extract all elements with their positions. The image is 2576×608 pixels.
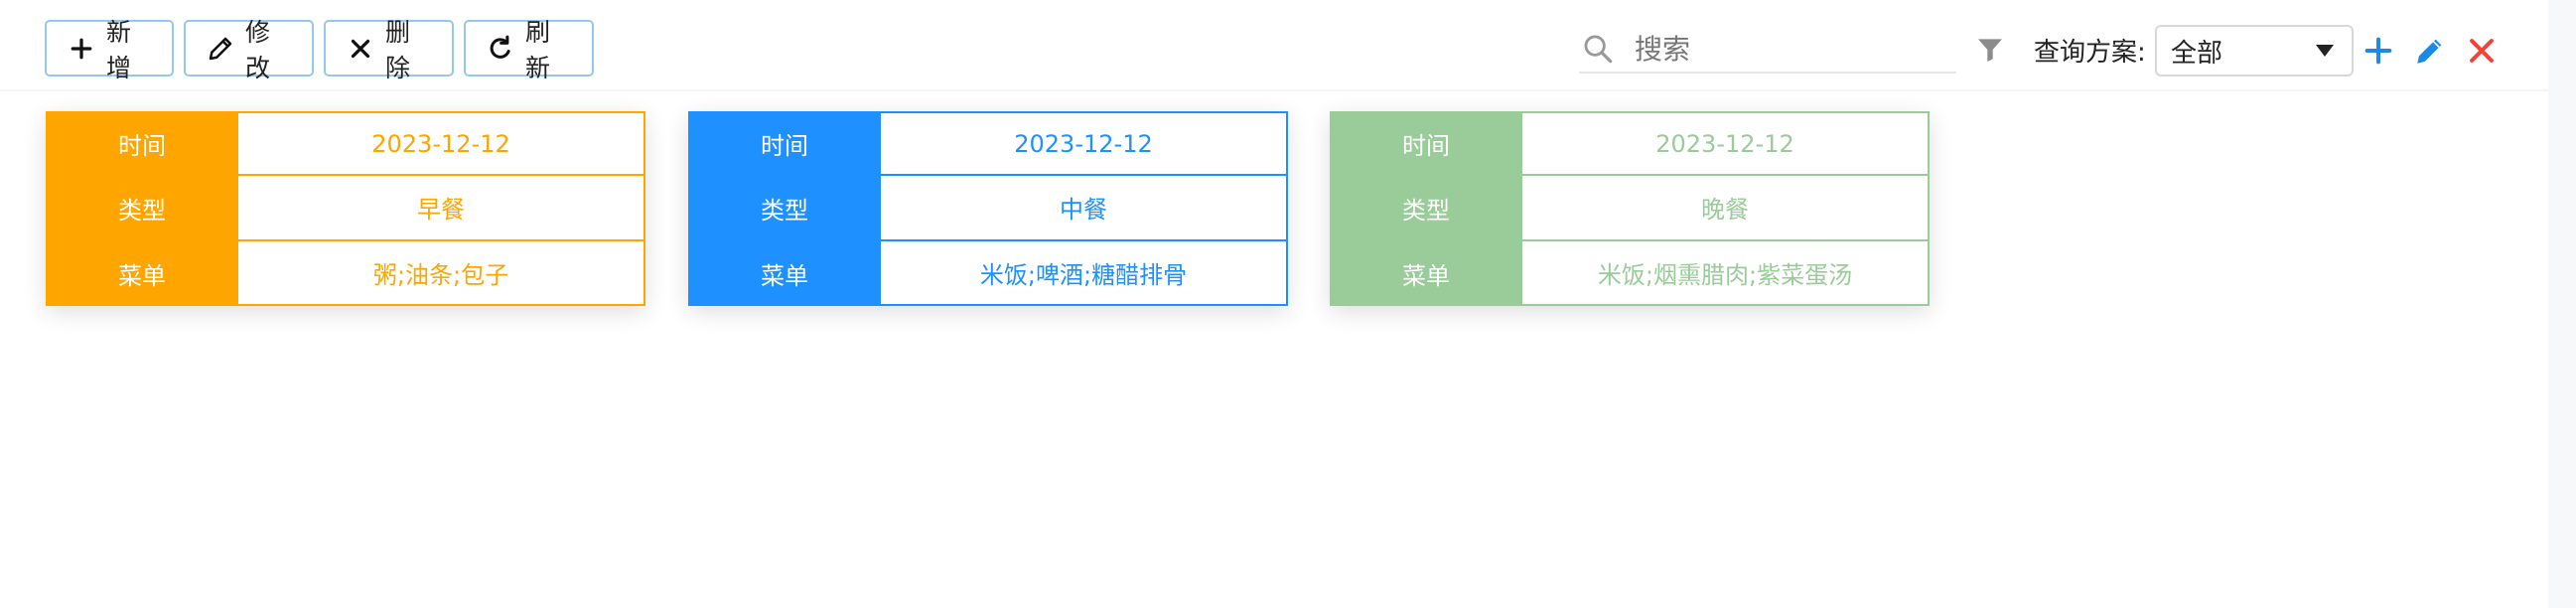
field-value-type: 晚餐 bbox=[1522, 176, 1930, 241]
add-button-label: 新增 bbox=[106, 17, 132, 82]
field-value-menu: 粥;油条;包子 bbox=[238, 240, 645, 306]
query-plan-select[interactable]: 全部 bbox=[2155, 25, 2354, 76]
search-box bbox=[1579, 26, 1956, 74]
query-plan-selected: 全部 bbox=[2171, 38, 2223, 69]
edit-button[interactable]: 修改 bbox=[184, 18, 314, 82]
meal-card[interactable]: 时间 2023-12-12 类型 早餐 菜单 粥;油条;包子 bbox=[46, 111, 645, 306]
refresh-button-label: 刷新 bbox=[525, 17, 551, 82]
field-value-type: 早餐 bbox=[238, 176, 645, 241]
field-value-time: 2023-12-12 bbox=[881, 111, 1288, 177]
add-button[interactable]: 新增 bbox=[45, 18, 174, 82]
field-value-time: 2023-12-12 bbox=[238, 111, 645, 177]
field-value-menu: 米饭;啤酒;糖醋排骨 bbox=[881, 240, 1288, 306]
toolbar: 新增 修改 删除 刷新 bbox=[45, 18, 594, 82]
field-label-menu: 菜单 bbox=[688, 240, 881, 306]
refresh-icon bbox=[490, 35, 510, 59]
field-value-time: 2023-12-12 bbox=[1522, 111, 1930, 177]
field-value-menu: 米饭;烟熏腊肉;紫菜蛋汤 bbox=[1522, 240, 1930, 306]
close-icon[interactable] bbox=[2465, 34, 2499, 68]
refresh-button[interactable]: 刷新 bbox=[464, 18, 594, 82]
plus-icon[interactable] bbox=[2361, 34, 2395, 68]
field-label-time: 时间 bbox=[1330, 111, 1522, 177]
pencil-icon[interactable] bbox=[2413, 34, 2447, 68]
plus-icon bbox=[71, 38, 92, 59]
query-plan-label: 查询方案: bbox=[2034, 38, 2146, 68]
chevron-down-icon bbox=[2316, 45, 2334, 57]
search-input[interactable] bbox=[1633, 31, 1934, 67]
field-label-time: 时间 bbox=[46, 111, 238, 177]
field-label-type: 类型 bbox=[1330, 176, 1522, 241]
edit-button-label: 修改 bbox=[245, 17, 271, 82]
page: 新增 修改 删除 刷新 查询方案: 全部 时间2023-12-12类型早餐菜单粥… bbox=[0, 0, 2548, 608]
close-icon bbox=[351, 39, 370, 58]
scrollbar-track[interactable] bbox=[2548, 0, 2576, 608]
meal-card[interactable]: 时间 2023-12-12 类型 晚餐 菜单 米饭;烟熏腊肉;紫菜蛋汤 bbox=[1330, 111, 1930, 306]
field-label-menu: 菜单 bbox=[46, 240, 238, 306]
filter-icon[interactable] bbox=[1974, 34, 2006, 66]
search-icon bbox=[1584, 35, 1613, 64]
field-value-type: 中餐 bbox=[881, 176, 1288, 241]
field-label-type: 类型 bbox=[688, 176, 881, 241]
meal-card[interactable]: 时间 2023-12-12 类型 中餐 菜单 米饭;啤酒;糖醋排骨 bbox=[688, 111, 1288, 306]
pencil-icon bbox=[209, 37, 232, 60]
delete-button-label: 删除 bbox=[385, 17, 411, 82]
field-label-type: 类型 bbox=[46, 176, 238, 241]
field-label-time: 时间 bbox=[688, 111, 881, 177]
field-label-menu: 菜单 bbox=[1330, 240, 1522, 306]
delete-button[interactable]: 删除 bbox=[324, 18, 454, 82]
divider bbox=[0, 89, 2548, 91]
